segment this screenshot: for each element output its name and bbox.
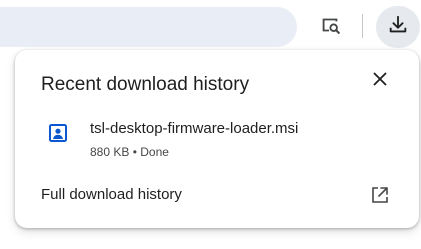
full-download-history-link[interactable]: Full download history [15,178,419,212]
full-download-history-label: Full download history [41,186,182,203]
download-icon [387,14,409,41]
download-status: 880 KB • Done [90,145,169,159]
downloads-button[interactable] [376,6,420,48]
open-in-new-icon [370,185,390,205]
installer-file-icon [47,122,69,144]
toolbar-divider [362,14,363,38]
search-in-page-button[interactable] [315,12,345,42]
search-in-page-icon [319,14,341,41]
download-file-name: tsl-desktop-firmware-loader.msi [90,120,299,137]
bubble-title: Recent download history [41,74,250,95]
browser-toolbar [0,0,421,50]
download-item[interactable]: tsl-desktop-firmware-loader.msi 880 KB •… [15,112,419,164]
download-bubble: Recent download history tsl-desktop-firm… [15,50,419,228]
address-bar[interactable] [0,7,297,47]
close-button[interactable] [369,70,391,92]
close-icon [373,72,387,91]
